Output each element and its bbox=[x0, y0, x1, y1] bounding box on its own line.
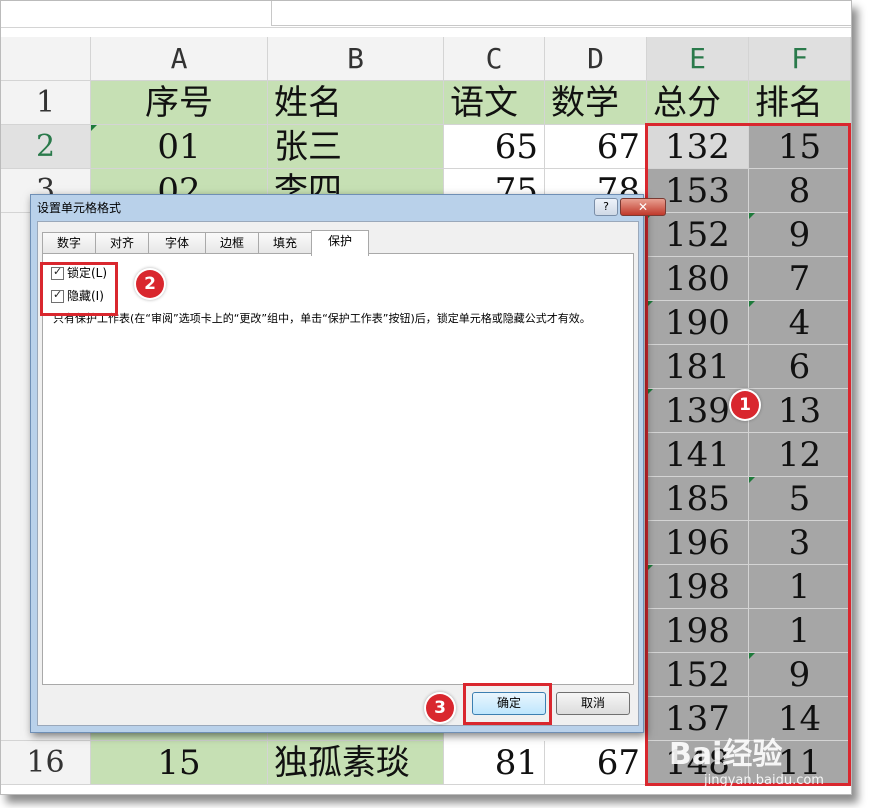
tab-alignment[interactable]: 对齐 bbox=[95, 232, 149, 253]
cell-d2[interactable]: 67 bbox=[545, 125, 647, 169]
close-button[interactable]: ✕ bbox=[620, 198, 666, 216]
cell-b2[interactable]: 张三 bbox=[268, 125, 444, 169]
step-marker-1: 1 bbox=[731, 391, 759, 419]
dialog-title: 设置单元格格式 bbox=[37, 201, 122, 215]
cell-e1[interactable]: 总分 bbox=[647, 81, 749, 125]
cell-a16[interactable]: 15 bbox=[91, 741, 268, 785]
protection-description: 只有保护工作表(在“审阅”选项卡上的“更改”组中，单击“保护工作表”按钮)后，锁… bbox=[53, 312, 591, 325]
help-button[interactable]: ? bbox=[594, 198, 618, 216]
tab-font[interactable]: 字体 bbox=[148, 232, 206, 253]
cell-c1[interactable]: 语文 bbox=[444, 81, 545, 125]
select-all-corner[interactable] bbox=[1, 37, 91, 81]
tab-protection[interactable]: 保护 bbox=[311, 230, 369, 256]
formula-bar bbox=[1, 1, 851, 28]
formula-input[interactable] bbox=[271, 1, 851, 26]
format-cells-dialog: 设置单元格格式 ? ✕ 数字 对齐 字体 边框 填充 保护 锁定(L) 隐藏(I… bbox=[30, 194, 666, 733]
column-header-c[interactable]: C bbox=[444, 37, 545, 81]
tab-fill[interactable]: 填充 bbox=[258, 232, 312, 253]
cell-b1[interactable]: 姓名 bbox=[268, 81, 444, 125]
watermark-url: jingyan.baidu.com bbox=[704, 773, 824, 788]
row-header-16[interactable]: 16 bbox=[1, 741, 91, 785]
cell-c16[interactable]: 81 bbox=[444, 741, 545, 785]
column-header-f[interactable]: F bbox=[749, 37, 851, 81]
cell-d16[interactable]: 67 bbox=[545, 741, 647, 785]
tab-number[interactable]: 数字 bbox=[42, 232, 96, 253]
row-header-2[interactable]: 2 bbox=[1, 125, 91, 169]
column-header-e[interactable]: E bbox=[647, 37, 749, 81]
cell-c2[interactable]: 65 bbox=[444, 125, 545, 169]
column-header-d[interactable]: D bbox=[545, 37, 647, 81]
cell-f1[interactable]: 排名 bbox=[749, 81, 851, 125]
row-header-1[interactable]: 1 bbox=[1, 81, 91, 125]
step-marker-3: 3 bbox=[426, 694, 454, 722]
watermark-brand: Bai经验 bbox=[669, 737, 783, 772]
column-header-b[interactable]: B bbox=[268, 37, 444, 81]
selection-highlight-box bbox=[645, 123, 851, 786]
checkbox-highlight-box bbox=[40, 262, 118, 316]
baidu-watermark: Bai经验 jingyan.baidu.com bbox=[669, 729, 824, 788]
column-header-a[interactable]: A bbox=[91, 37, 268, 81]
cell-b16[interactable]: 独孤素琰 bbox=[268, 741, 444, 785]
cell-a2[interactable]: 01 bbox=[91, 125, 268, 169]
cancel-button[interactable]: 取消 bbox=[556, 692, 630, 715]
tab-border[interactable]: 边框 bbox=[205, 232, 259, 253]
protection-panel: 锁定(L) 隐藏(I) 只有保护工作表(在“审阅”选项卡上的“更改”组中，单击“… bbox=[42, 253, 634, 685]
cell-a1[interactable]: 序号 bbox=[91, 81, 268, 125]
ok-highlight-box bbox=[463, 683, 552, 725]
dialog-body: 数字 对齐 字体 边框 填充 保护 锁定(L) 隐藏(I) 只有保护工作表(在“… bbox=[37, 221, 639, 726]
step-marker-2: 2 bbox=[136, 270, 164, 298]
cell-d1[interactable]: 数学 bbox=[545, 81, 647, 125]
error-indicator-icon bbox=[91, 125, 97, 131]
